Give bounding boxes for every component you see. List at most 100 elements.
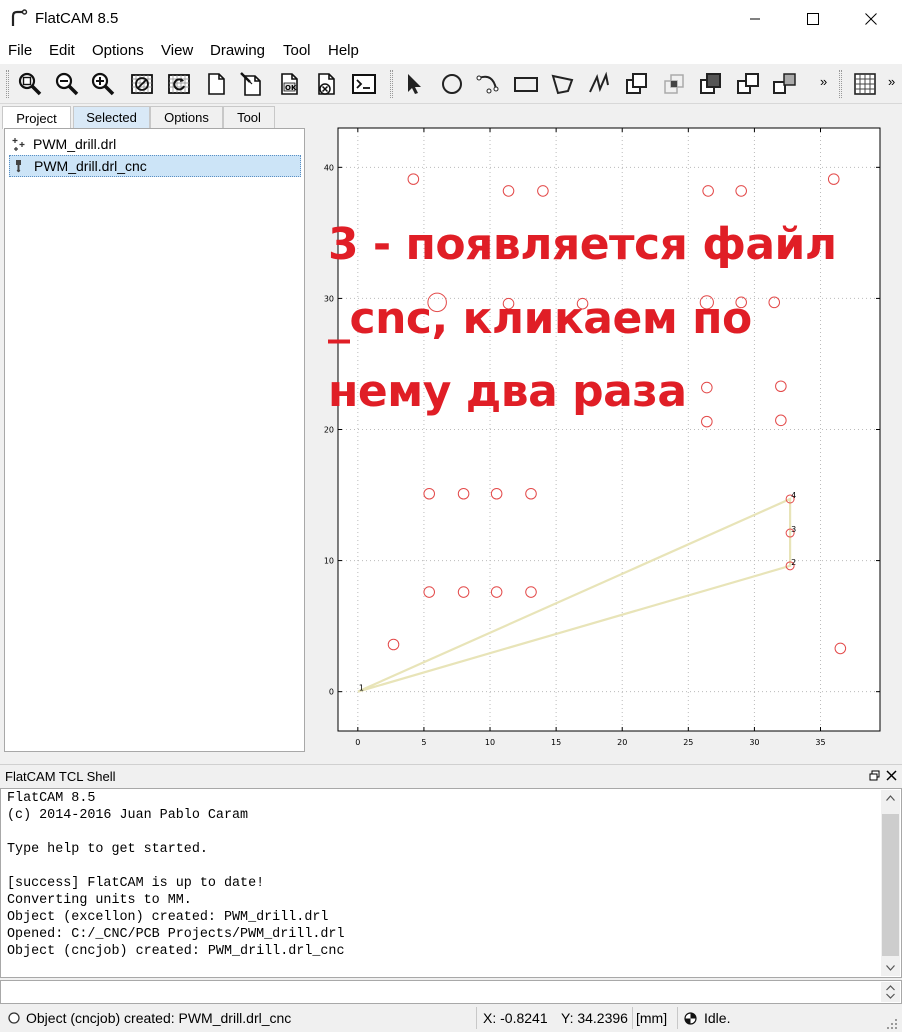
cut-tool-button[interactable] [733, 69, 763, 99]
intersection-tool-button[interactable] [659, 69, 689, 99]
zoom-fit-icon [18, 72, 42, 96]
shell-output[interactable]: FlatCAM 8.5 (c) 2014-2016 Juan Pablo Car… [0, 788, 902, 978]
shell-line: Converting units to MM. [7, 893, 192, 908]
select-tool-button[interactable] [399, 69, 429, 99]
circle-tool-button[interactable] [437, 69, 467, 99]
replot-button[interactable] [164, 69, 194, 99]
shell-line: Object (cncjob) created: PWM_drill.drl_c… [7, 944, 345, 959]
minimize-button[interactable] [726, 0, 784, 38]
y-tick-label: 0 [329, 688, 334, 697]
plot-canvas[interactable]: 0 5 10 15 20 25 30 350102030401234 [310, 106, 902, 762]
x-tick-label: 20 [617, 738, 627, 747]
x-tick-label: 0 [355, 738, 360, 747]
zoom-out-button[interactable] [52, 69, 82, 99]
arc-icon [476, 75, 499, 94]
x-tick-label: 30 [749, 738, 759, 747]
shell-input-scrollbar[interactable] [881, 982, 900, 1002]
float-dock-icon[interactable] [869, 770, 880, 781]
delete-icon [318, 73, 335, 95]
plot-area[interactable]: 0 5 10 15 20 25 30 35 0 10 20 30 40 1 2 3 4 [310, 106, 902, 762]
x-tick-label: 10 [485, 738, 495, 747]
grid-snap-button[interactable] [850, 69, 880, 99]
replot-icon [168, 74, 190, 94]
maximize-button[interactable] [784, 0, 842, 38]
subtraction-icon [700, 73, 721, 94]
new-geometry-button[interactable] [201, 69, 231, 99]
scroll-arrows-icon[interactable] [886, 985, 895, 999]
size-grip-icon[interactable] [886, 1018, 898, 1030]
menu-help[interactable]: Help [328, 42, 359, 59]
cut-icon [737, 73, 759, 94]
project-item-cncjob[interactable]: PWM_drill.drl_cnc [9, 155, 301, 177]
project-item-excellon[interactable]: PWM_drill.drl [9, 133, 301, 155]
arc-tool-button[interactable] [473, 69, 503, 99]
y-tick-label: 40 [324, 163, 334, 172]
shell-scrollbar[interactable] [881, 790, 900, 976]
toolpath-point-label: 1 [359, 684, 364, 693]
menu-edit[interactable]: Edit [49, 42, 75, 59]
update-geometry-button[interactable]: OK [274, 69, 304, 99]
rectangle-tool-button[interactable] [511, 69, 541, 99]
clear-plot-button[interactable] [127, 69, 157, 99]
overlay-instruction-line-3: нему два раза [328, 366, 687, 417]
select-icon [408, 74, 421, 94]
x-tick-label: 25 [683, 738, 693, 747]
toolbar-grip-2[interactable] [390, 70, 393, 98]
menu-options[interactable]: Options [92, 42, 144, 59]
zoom-in-icon [91, 72, 115, 96]
close-dock-icon[interactable] [886, 770, 897, 781]
menu-tool[interactable]: Tool [283, 42, 311, 59]
move-tool-button[interactable] [770, 69, 800, 99]
new-geometry-edit-icon [240, 72, 261, 96]
shell-line: Object (excellon) created: PWM_drill.drl [7, 910, 329, 925]
toolbar-grip[interactable] [6, 70, 9, 98]
toolbar-overflow-button-2[interactable]: » [888, 74, 895, 89]
status-x-coordinate: X: -0.8241 [483, 1010, 548, 1026]
shell-dock-title: FlatCAM TCL Shell [5, 769, 116, 784]
x-tick-label: 15 [551, 738, 561, 747]
menu-drawing[interactable]: Drawing [210, 42, 265, 59]
tab-selected[interactable]: Selected [73, 106, 150, 128]
shell-scroll-thumb[interactable] [882, 814, 899, 956]
toolpath-point-label: 2 [791, 558, 796, 567]
zoom-out-icon [55, 72, 79, 96]
polygon-icon [551, 74, 574, 95]
delete-button[interactable] [311, 69, 341, 99]
toolbar-overflow-button[interactable]: » [820, 74, 827, 89]
subtraction-tool-button[interactable] [696, 69, 726, 99]
tcl-shell-button[interactable] [349, 69, 379, 99]
shell-input[interactable] [0, 980, 902, 1004]
title-bar: FlatCAM 8.5 [0, 0, 902, 38]
circle-icon [442, 74, 462, 94]
zoom-in-button[interactable] [88, 69, 118, 99]
status-units: [mm] [636, 1010, 668, 1026]
tab-tool[interactable]: Tool [223, 106, 275, 128]
toolpath-point-label: 3 [791, 525, 796, 534]
close-button[interactable] [842, 0, 900, 38]
toolpath-point-label: 4 [791, 491, 796, 500]
union-tool-button[interactable] [622, 69, 652, 99]
shell-dock-title-bar: FlatCAM TCL Shell [0, 764, 902, 786]
status-divider [476, 1007, 477, 1029]
toolbar-grip-3[interactable] [839, 70, 842, 98]
tab-options[interactable]: Options [150, 106, 223, 128]
clear-plot-icon [131, 74, 153, 94]
path-icon [589, 71, 609, 93]
path-tool-button[interactable] [585, 69, 615, 99]
menu-file[interactable]: File [8, 42, 32, 59]
zoom-fit-button[interactable] [15, 69, 45, 99]
flatcam-logo-icon [11, 9, 28, 26]
rectangle-icon [514, 77, 538, 92]
menu-view[interactable]: View [161, 42, 193, 59]
edit-geometry-button[interactable] [237, 69, 267, 99]
scroll-down-icon[interactable] [886, 965, 895, 971]
svg-text:OK: OK [285, 84, 297, 92]
minimize-icon [750, 18, 760, 20]
tab-project[interactable]: Project [2, 106, 71, 129]
close-icon [865, 13, 877, 25]
shell-line: Opened: C:/_CNC/PCB Projects/PWM_drill.d… [7, 927, 345, 942]
polygon-tool-button[interactable] [548, 69, 578, 99]
status-y-coordinate: Y: 34.2396 [561, 1010, 628, 1026]
scroll-up-icon[interactable] [886, 795, 895, 801]
